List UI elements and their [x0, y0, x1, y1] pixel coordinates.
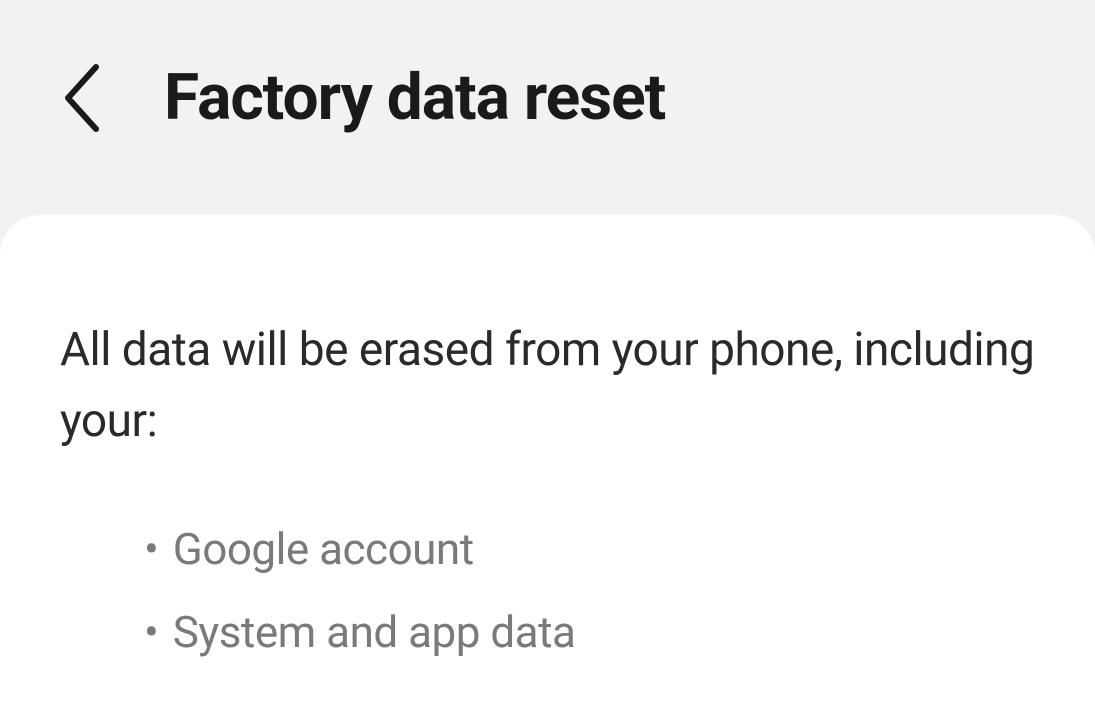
header: Factory data reset	[0, 0, 1095, 215]
list-item: System and app data	[144, 591, 1035, 675]
description-text: All data will be erased from your phone,…	[60, 315, 1035, 458]
back-button[interactable]	[60, 61, 104, 135]
erased-items-list: Google account System and app data	[60, 508, 1035, 675]
page-title: Factory data reset	[164, 60, 665, 135]
list-item: Google account	[144, 508, 1035, 592]
chevron-left-icon	[60, 61, 104, 135]
content-card: All data will be erased from your phone,…	[0, 215, 1095, 715]
